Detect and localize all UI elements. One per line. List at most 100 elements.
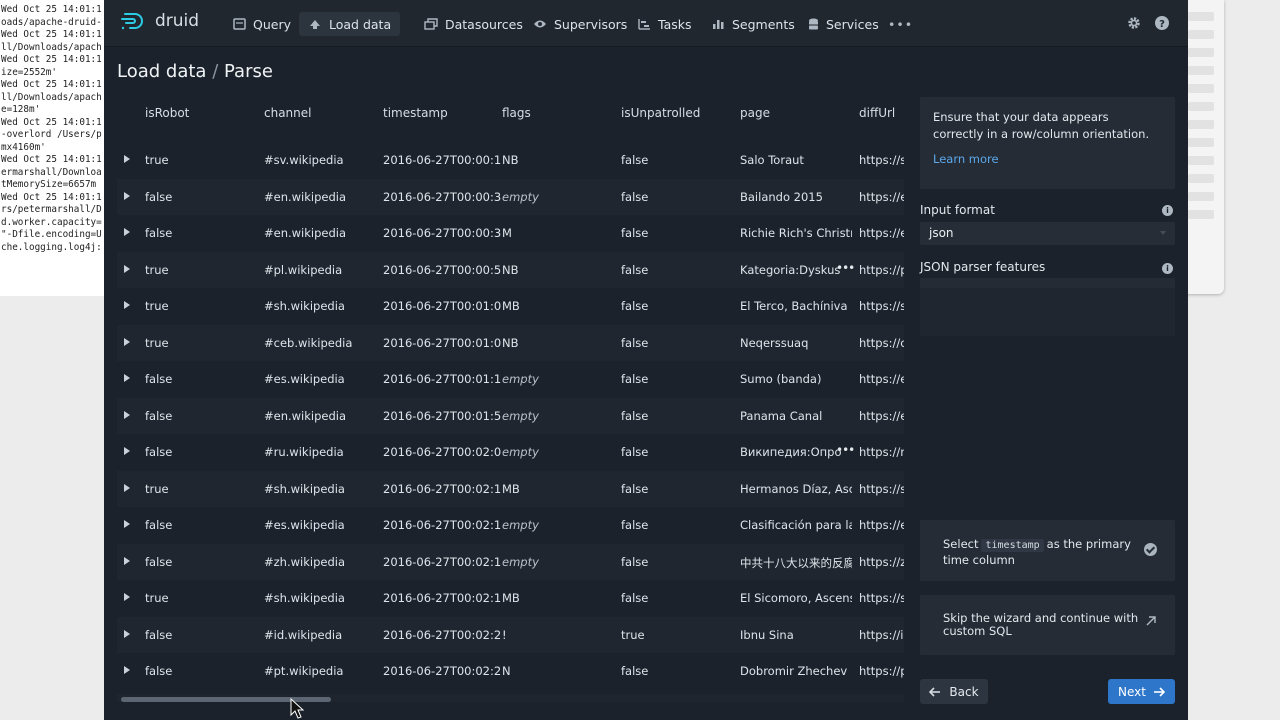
table-cell: https://p (859, 262, 904, 277)
expand-caret-icon[interactable] (124, 337, 130, 346)
table-cell: https://en (859, 226, 904, 240)
table-cell: MB (502, 481, 520, 496)
skip-wizard-callout[interactable]: Skip the wizard and continue with custom… (920, 595, 1175, 655)
column-header-page[interactable]: page (740, 106, 770, 120)
expand-caret-icon[interactable] (124, 264, 130, 273)
terminal-line: ll/Downloads/apach (1, 41, 102, 53)
nav-services[interactable]: Services (799, 12, 888, 36)
table-cell: https://ru (859, 445, 904, 459)
table-row[interactable]: true #sh.wikipedia 2016-06-27T00:01:03.6MB… (117, 288, 904, 325)
expand-caret-icon[interactable] (124, 629, 130, 638)
table-cell: false (145, 372, 173, 386)
table-row[interactable]: false #en.wikipedia 2016-06-27T00:01:59.5e… (117, 397, 904, 434)
expand-caret-icon[interactable] (124, 447, 130, 455)
column-header-isrobot[interactable]: isRobot (145, 106, 189, 120)
table-row[interactable]: false #pt.wikipedia 2016-06-27T00:02:22.8N… (117, 653, 904, 690)
input-format-info-icon[interactable]: i (1162, 205, 1173, 216)
truncation-ellipsis-icon[interactable]: ••• (836, 261, 855, 275)
column-header-isunpatrolled[interactable]: isUnpatrolled (621, 106, 700, 120)
table-cell: #en.wikipedia (264, 189, 347, 204)
expand-caret-icon[interactable] (124, 556, 130, 565)
table-cell: 2016-06-27T00:01:07.3 (383, 335, 501, 350)
nav-segments[interactable]: Segments (703, 12, 804, 36)
nav-tasks[interactable]: Tasks (629, 12, 701, 36)
column-header-channel[interactable]: channel (264, 106, 311, 120)
input-format-select[interactable]: json (920, 222, 1175, 245)
nav-datasources-label: Datasources (445, 16, 523, 32)
settings-gear-icon[interactable] (1127, 15, 1141, 34)
table-row[interactable]: false #ru.wikipedia 2016-06-27T00:02:09.2e… (117, 434, 904, 471)
table-cell: #pl.wikipedia (264, 262, 343, 277)
column-header-timestamp[interactable]: timestamp (383, 106, 448, 120)
table-cell: false (145, 226, 173, 240)
expand-caret-icon[interactable] (124, 593, 130, 601)
table-cell: #sh.wikipedia (264, 591, 345, 605)
table-row[interactable]: true#ceb.wikipedia2016-06-27T00:01:07.3N… (117, 324, 904, 361)
nav-tasks-label: Tasks (658, 16, 692, 32)
table-row[interactable]: true #pl.wikipedia 2016-06-27T00:00:58.5NB… (117, 251, 904, 288)
table-cell: 2016-06-27T00:00:36.0 (383, 226, 501, 240)
terminal-line: Wed Oct 25 14:01:1 (1, 4, 102, 15)
nav-query[interactable]: Query (224, 12, 300, 36)
expand-caret-icon[interactable] (124, 155, 130, 163)
druid-logo[interactable]: druid (121, 11, 199, 31)
table-cell: #es.wikipedia (264, 518, 345, 532)
table-cell: false (145, 445, 173, 459)
table-cell: 2016-06-27T00:01:14.3 (383, 372, 501, 386)
input-format-value: json (929, 226, 954, 240)
nav-datasources[interactable]: Datasources (415, 12, 532, 36)
table-row[interactable]: true #sv.wikipedia 2016-06-27T00:00:11.0NB… (117, 142, 904, 179)
help-icon[interactable]: ? (1155, 15, 1169, 34)
nav-load-data[interactable]: Load data (299, 12, 401, 36)
table-row[interactable]: false #en.wikipedia 2016-06-27T00:00:34.9e… (117, 178, 904, 215)
timestamp-column-callout[interactable]: Select timestamp as the primary time colum… (920, 520, 1175, 581)
next-button[interactable]: Next (1108, 679, 1175, 704)
more-nav-button[interactable]: ••• (879, 12, 922, 36)
back-button[interactable]: Back (920, 679, 988, 704)
expand-caret-icon[interactable] (124, 191, 130, 200)
learn-more-link[interactable]: Learn more (933, 152, 1162, 166)
table-cell: MB (502, 591, 520, 605)
json-parser-features-editor[interactable] (920, 278, 1175, 336)
expand-caret-icon[interactable] (124, 301, 130, 309)
expand-caret-icon[interactable] (124, 483, 130, 492)
expand-caret-icon[interactable] (124, 410, 130, 419)
table-cell: Sumo (banda) (740, 372, 822, 386)
truncation-ellipsis-icon[interactable]: ••• (836, 443, 855, 457)
svg-text:?: ? (1159, 19, 1165, 30)
table-cell: true (145, 299, 169, 313)
page-title-main[interactable]: Load data (117, 61, 206, 82)
terminal-line: -overlord /Users/p (1, 129, 102, 140)
column-header-flags[interactable]: flags (502, 106, 531, 120)
expand-caret-icon[interactable] (124, 374, 130, 382)
table-row[interactable]: false #es.wikipedia 2016-06-27T00:02:13.1e… (117, 507, 904, 544)
expand-caret-icon[interactable] (124, 666, 130, 674)
table-cell: true (145, 591, 169, 605)
terminal-line: e=128m' (1, 104, 41, 115)
table-row[interactable]: false #id.wikipedia 2016-06-27T00:02:20.0!… (117, 616, 904, 653)
expand-caret-icon[interactable] (124, 228, 130, 236)
table-cell: https://ce (859, 335, 904, 350)
table-cell: https://sv (859, 153, 904, 167)
table-cell: false (621, 335, 649, 350)
json-parser-info-icon[interactable]: i (1162, 263, 1173, 274)
table-cell: 2016-06-27T00:01:03.6 (383, 299, 501, 313)
parse-preview-table[interactable]: isRobot channel timestamp flags isUnpatrolle… (117, 90, 904, 690)
query-icon (233, 18, 246, 30)
table-cell: NB (502, 335, 519, 350)
column-header-diffurl[interactable]: diffUrl (859, 106, 895, 120)
nav-supervisors[interactable]: Supervisors (524, 12, 636, 36)
table-row[interactable]: false #en.wikipedia 2016-06-27T00:00:36.0M… (117, 215, 904, 252)
table-cell: false (621, 226, 649, 240)
table-row[interactable]: true #sh.wikipedia 2016-06-27T00:02:10.8MB… (117, 470, 904, 507)
table-row[interactable]: false #es.wikipedia 2016-06-27T00:01:14.3e… (117, 361, 904, 398)
table-cell: #es.wikipedia (264, 372, 345, 386)
table-cell: https://ic (859, 627, 904, 642)
table-cell: false (621, 299, 649, 313)
expand-caret-icon[interactable] (124, 520, 130, 528)
table-row[interactable]: true #sh.wikipedia 2016-06-27T00:02:15.9MB… (117, 580, 904, 617)
table-row[interactable]: false #zh.wikipedia 2016-06-27T00:02:13.8e… (117, 543, 904, 580)
table-cell: #ceb.wikipedia (264, 335, 353, 350)
background-terminal: Wed Oct 25 14:01:1 oads/apache-druid- Wed … (0, 0, 110, 296)
nav-supervisors-label: Supervisors (554, 16, 628, 32)
